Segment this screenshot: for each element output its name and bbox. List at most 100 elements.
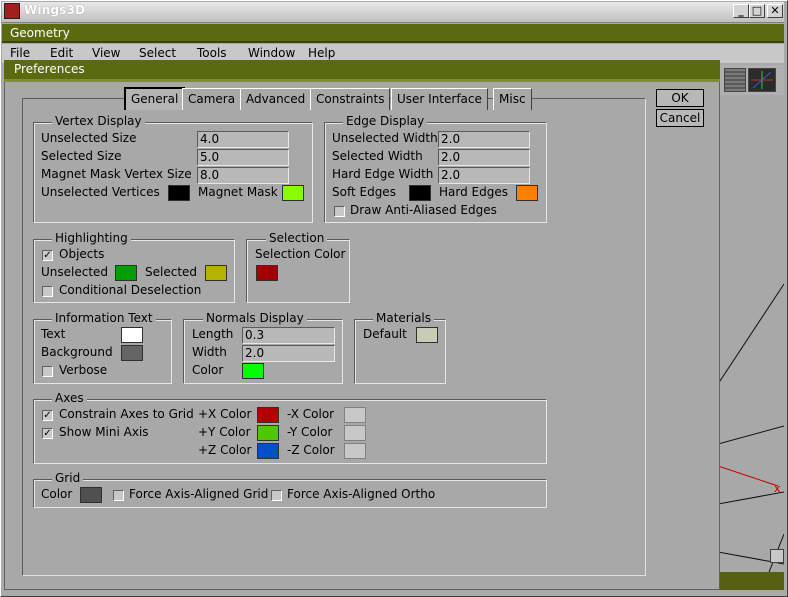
objects-checkbox[interactable]: ✓ — [42, 250, 53, 261]
soft-edges-color-swatch[interactable] — [409, 185, 431, 201]
unselected-size-input[interactable]: 4.0 — [197, 131, 289, 148]
selected-size-input[interactable]: 5.0 — [197, 149, 289, 166]
selected-size-label: Selected Size — [41, 149, 122, 163]
normals-display-legend: Normals Display — [203, 311, 307, 325]
plus-z-color-label: +Z Color — [198, 443, 252, 457]
normals-width-input[interactable]: 2.0 — [242, 345, 335, 362]
normals-color-swatch[interactable] — [242, 363, 264, 379]
tab-general[interactable]: General — [124, 87, 186, 110]
menu-tools[interactable]: Tools — [197, 46, 227, 60]
menu-view[interactable]: View — [92, 46, 120, 60]
magnet-mask-color-swatch[interactable] — [282, 185, 304, 201]
preferences-title-bar[interactable] — [4, 60, 720, 79]
selection-color-swatch[interactable] — [256, 265, 278, 281]
conditional-deselection-label: Conditional Deselection — [59, 283, 202, 297]
show-mini-axis-checkbox[interactable]: ✓ — [42, 428, 53, 439]
minus-x-color-swatch[interactable] — [344, 407, 366, 423]
edge-display-legend: Edge Display — [343, 114, 428, 128]
tab-camera[interactable]: Camera — [182, 88, 242, 110]
materials-legend: Materials — [373, 311, 435, 325]
constrain-axes-label: Constrain Axes to Grid — [59, 407, 194, 421]
force-axis-aligned-grid-checkbox[interactable] — [113, 490, 124, 501]
minus-y-color-swatch[interactable] — [344, 425, 366, 441]
force-axis-aligned-grid-label: Force Axis-Aligned Grid — [129, 487, 269, 501]
normals-length-input[interactable]: 0.3 — [242, 327, 335, 344]
ok-button[interactable]: OK — [656, 89, 704, 107]
force-axis-aligned-ortho-checkbox[interactable] — [271, 490, 282, 501]
viewport-grid: x — [718, 283, 784, 590]
soft-edges-label: Soft Edges — [332, 185, 396, 199]
unselected-width-input[interactable]: 2.0 — [438, 131, 530, 148]
highlighting-legend: Highlighting — [52, 231, 131, 245]
constrain-axes-checkbox[interactable]: ✓ — [42, 410, 53, 421]
geometry-title: Geometry — [10, 26, 70, 40]
normals-color-label: Color — [192, 363, 224, 377]
hard-edges-color-swatch[interactable] — [516, 185, 538, 201]
axes-toggle-icon[interactable] — [748, 68, 776, 92]
restore-button[interactable]: □ — [749, 4, 765, 18]
menu-select[interactable]: Select — [139, 46, 176, 60]
conditional-deselection-checkbox[interactable] — [42, 286, 53, 297]
menu-window[interactable]: Window — [248, 46, 295, 60]
tab-constraints[interactable]: Constraints — [310, 88, 391, 110]
minus-z-color-label: -Z Color — [287, 443, 335, 457]
text-color-swatch[interactable] — [121, 327, 143, 343]
wireframe-toggle-icon[interactable] — [724, 68, 746, 92]
normals-width-label: Width — [192, 345, 227, 359]
hard-edges-label: Hard Edges — [439, 185, 508, 199]
plus-z-color-swatch[interactable] — [257, 443, 279, 459]
menu-edit[interactable]: Edit — [50, 46, 73, 60]
tab-user-interface[interactable]: User Interface — [391, 88, 488, 110]
grid-color-label: Color — [41, 487, 73, 501]
hard-edge-width-input[interactable]: 2.0 — [438, 167, 530, 184]
anti-aliased-checkbox[interactable] — [334, 206, 345, 217]
magnet-mask-size-label: Magnet Mask Vertex Size — [41, 167, 192, 181]
3d-viewport[interactable]: x — [718, 64, 784, 590]
hard-edge-width-label: Hard Edge Width — [332, 167, 434, 181]
viewport-status-bar — [718, 572, 784, 590]
menu-file[interactable]: File — [10, 46, 30, 60]
unselected-size-label: Unselected Size — [41, 131, 137, 145]
verbose-checkbox[interactable] — [42, 366, 53, 377]
tab-advanced[interactable]: Advanced — [240, 88, 312, 110]
menu-help[interactable]: Help — [308, 46, 335, 60]
highlight-selected-color-swatch[interactable] — [205, 265, 227, 281]
background-color-swatch[interactable] — [121, 345, 143, 361]
minus-z-color-swatch[interactable] — [344, 443, 366, 459]
axes-glyph — [751, 71, 773, 89]
material-default-color-swatch[interactable] — [416, 327, 438, 343]
app-title: Wings3D — [24, 3, 86, 17]
plus-y-color-swatch[interactable] — [257, 425, 279, 441]
plus-x-color-swatch[interactable] — [257, 407, 279, 423]
axes-legend: Axes — [52, 391, 87, 405]
minus-x-color-label: -X Color — [287, 407, 335, 421]
selected-width-input[interactable]: 2.0 — [438, 149, 530, 166]
verbose-label: Verbose — [59, 363, 108, 377]
preferences-title: Preferences — [14, 62, 85, 76]
unselected-width-label: Unselected Width — [332, 131, 438, 145]
minimize-button[interactable]: _ — [733, 4, 749, 18]
geometry-window-bar — [2, 24, 784, 43]
anti-aliased-label: Draw Anti-Aliased Edges — [350, 203, 497, 217]
unselected-vertices-color-swatch[interactable] — [168, 185, 190, 201]
minus-y-color-label: -Y Color — [287, 425, 333, 439]
highlight-selected-label: Selected — [145, 265, 198, 279]
plus-x-color-label: +X Color — [198, 407, 252, 421]
background-color-label: Background — [41, 345, 113, 359]
close-button[interactable]: ✕ — [767, 4, 783, 18]
wings3d-app-icon — [4, 3, 20, 19]
selection-color-label: Selection Color — [255, 247, 346, 261]
magnet-mask-size-input[interactable]: 8.0 — [197, 167, 289, 184]
text-color-label: Text — [41, 327, 66, 341]
vertex-display-legend: Vertex Display — [52, 114, 145, 128]
tab-misc[interactable]: Misc — [493, 88, 532, 110]
title-separator — [4, 79, 720, 82]
material-default-label: Default — [363, 327, 407, 341]
cancel-button[interactable]: Cancel — [656, 109, 704, 127]
resize-grip-icon[interactable] — [770, 549, 784, 563]
objects-label: Objects — [59, 247, 105, 261]
grid-color-swatch[interactable] — [80, 487, 102, 503]
highlight-unselected-color-swatch[interactable] — [115, 265, 137, 281]
show-mini-axis-label: Show Mini Axis — [59, 425, 149, 439]
title-bar[interactable] — [2, 2, 784, 23]
